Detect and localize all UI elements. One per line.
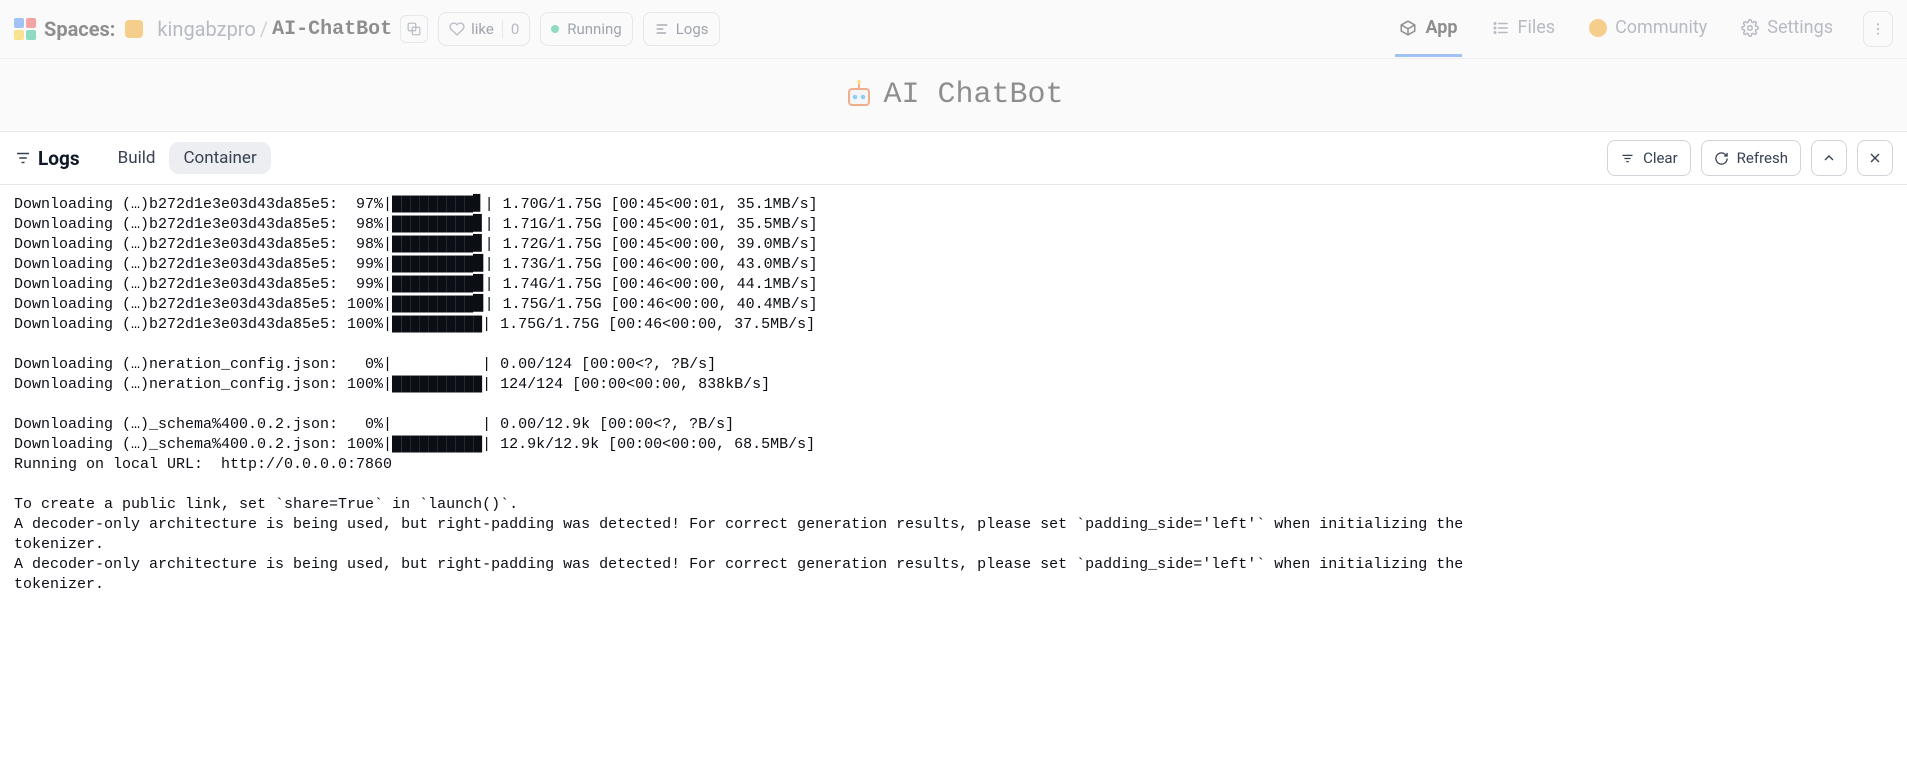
tab-community[interactable]: Community <box>1585 1 1711 57</box>
clear-label: Clear <box>1643 149 1678 167</box>
status-label: Running <box>567 20 621 38</box>
logs-icon <box>654 21 670 37</box>
spaces-label: Spaces: <box>44 17 115 41</box>
refresh-icon <box>1714 151 1729 166</box>
copy-name-button[interactable] <box>400 15 428 43</box>
logs-output[interactable]: Downloading (…)b272d1e3e03d43da85e5: 97%… <box>0 185 1907 763</box>
more-vertical-icon <box>1870 21 1886 37</box>
tab-community-label: Community <box>1615 17 1707 38</box>
clear-logs-button[interactable]: Clear <box>1607 140 1691 176</box>
filter-icon[interactable] <box>14 149 32 167</box>
status-pill[interactable]: Running <box>540 12 632 46</box>
tab-files-label: Files <box>1518 17 1556 38</box>
gear-icon <box>1741 19 1759 37</box>
like-label: like <box>471 20 494 38</box>
hero-title: AI ChatBot <box>883 78 1063 112</box>
community-icon <box>1589 19 1607 37</box>
refresh-label: Refresh <box>1737 149 1788 167</box>
logs-button-label: Logs <box>676 20 709 38</box>
chevron-up-icon <box>1821 150 1837 166</box>
tab-app-label: App <box>1425 17 1457 38</box>
space-top-bar: Spaces: kingabzpro / AI-ChatBot like 0 R… <box>0 0 1907 59</box>
logs-tab-build[interactable]: Build <box>104 142 170 174</box>
copy-icon <box>407 22 421 36</box>
files-icon <box>1492 19 1510 37</box>
logs-title: Logs <box>38 147 80 170</box>
spaces-logo-icon <box>14 18 36 40</box>
top-nav: App Files Community Settings <box>1395 1 1893 57</box>
clear-icon <box>1620 151 1635 166</box>
tab-settings[interactable]: Settings <box>1737 1 1837 57</box>
owner-avatar-icon <box>125 20 143 38</box>
tab-app[interactable]: App <box>1395 1 1461 57</box>
app-hero: AI ChatBot <box>0 59 1907 132</box>
heart-icon <box>449 21 465 37</box>
tab-settings-label: Settings <box>1767 17 1833 38</box>
more-menu-button[interactable] <box>1863 11 1893 47</box>
close-logs-button[interactable] <box>1857 140 1893 176</box>
breadcrumb-slash: / <box>260 17 268 41</box>
robot-icon <box>843 79 875 111</box>
refresh-logs-button[interactable]: Refresh <box>1701 140 1801 176</box>
close-icon <box>1867 150 1883 166</box>
owner-link[interactable]: kingabzpro <box>157 17 255 41</box>
tab-files[interactable]: Files <box>1488 1 1560 57</box>
like-count: 0 <box>502 20 519 38</box>
logs-toolbar: Logs Build Container Clear Refresh <box>0 132 1907 185</box>
logs-button-top[interactable]: Logs <box>643 12 720 46</box>
cube-icon <box>1399 19 1417 37</box>
status-dot-icon <box>551 25 559 33</box>
like-button[interactable]: like 0 <box>438 12 530 46</box>
collapse-logs-button[interactable] <box>1811 140 1847 176</box>
logs-tab-container[interactable]: Container <box>169 142 270 174</box>
repo-link[interactable]: AI-ChatBot <box>272 18 392 41</box>
